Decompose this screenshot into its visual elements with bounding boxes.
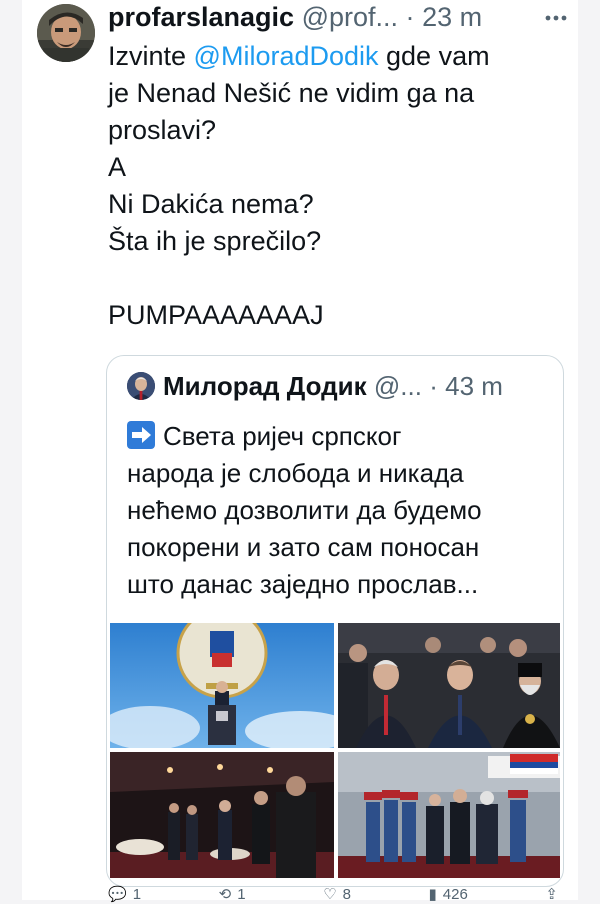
quoted-tweet-timestamp[interactable]: 43 m — [445, 371, 503, 401]
honor-guard-airport-photo[interactable] — [338, 752, 560, 878]
tweet-body: Izvinte @MiloradDodik gde vam je Nenad N… — [108, 38, 558, 334]
tweet-timestamp[interactable]: 23 m — [422, 2, 482, 32]
share-icon: ⇪ — [545, 886, 558, 903]
separator-dot: · — [405, 2, 415, 32]
tweet-text-fragment: gde vam — [378, 41, 490, 71]
views-icon: ▮ — [428, 886, 437, 903]
separator-dot: · — [429, 371, 438, 401]
banquet-hall-photo[interactable] — [110, 752, 334, 878]
tweet-line: proslavi? — [108, 115, 217, 145]
quoted-author-display-name[interactable]: Милорад Додик — [163, 371, 367, 401]
tweet-header: profarslanagic @prof... · 23 m — [108, 0, 568, 34]
quoted-tweet-line: нећемо дозволити да будемо — [127, 495, 482, 525]
retweet-button[interactable]: ⟲ 1 — [219, 884, 246, 904]
like-button[interactable]: ♡ 8 — [323, 884, 351, 904]
reply-icon: 💬 — [108, 886, 127, 903]
officials-seated-photo[interactable] — [338, 623, 560, 748]
quoted-tweet-body: Света ријеч српског народа је слобода и … — [127, 418, 547, 603]
tweet-text-fragment: Izvinte — [108, 41, 194, 71]
quoted-author-handle[interactable]: @... — [374, 371, 422, 401]
views-button[interactable]: ▮ 426 — [429, 884, 468, 904]
quoted-tweet[interactable]: Милорад Додик @... · 43 m Света ријеч ср… — [106, 355, 564, 887]
stage-podium-photo[interactable] — [110, 623, 334, 748]
tweet-line: je Nenad Nešić ne vidim ga na — [108, 78, 475, 108]
quoted-tweet-line: народа је слобода и никада — [127, 458, 464, 488]
tweet-line: PUMPAAAAAAAJ — [108, 300, 324, 330]
mention-link[interactable]: @MiloradDodik — [194, 41, 379, 71]
tweet-line: A — [108, 152, 127, 182]
author-avatar[interactable] — [37, 4, 95, 62]
author-display-name[interactable]: profarslanagic — [108, 2, 294, 32]
quoted-media-grid — [110, 623, 560, 878]
quoted-tweet-line: што данас заједно прослав... — [127, 569, 479, 599]
reply-button[interactable]: 💬 1 — [108, 884, 141, 904]
retweet-icon: ⟲ — [218, 886, 232, 903]
tweet-line: Ni Dakića nema? — [108, 189, 314, 219]
share-button[interactable]: ⇪ — [545, 884, 558, 904]
more-horizontal-icon[interactable] — [544, 6, 568, 30]
quoted-tweet-line: Света ријеч српског — [127, 418, 547, 455]
author-handle[interactable]: @prof... — [302, 2, 398, 32]
heart-icon: ♡ — [323, 886, 337, 903]
tweet-line: Šta ih je sprečilo? — [108, 226, 322, 256]
quoted-text-fragment: Света ријеч српског — [163, 421, 402, 451]
quoted-author-avatar[interactable] — [127, 372, 155, 400]
right-arrow-emoji-icon — [127, 421, 155, 449]
quoted-tweet-line: покорени и зато сам поносан — [127, 532, 480, 562]
quoted-tweet-header: Милорад Додик @... · 43 m — [163, 368, 553, 404]
tweet-line: Izvinte @MiloradDodik gde vam — [108, 38, 558, 75]
tweet-action-bar: 💬 1 ⟲ 1 ♡ 8 ▮ 426 ⇪ — [108, 884, 558, 904]
